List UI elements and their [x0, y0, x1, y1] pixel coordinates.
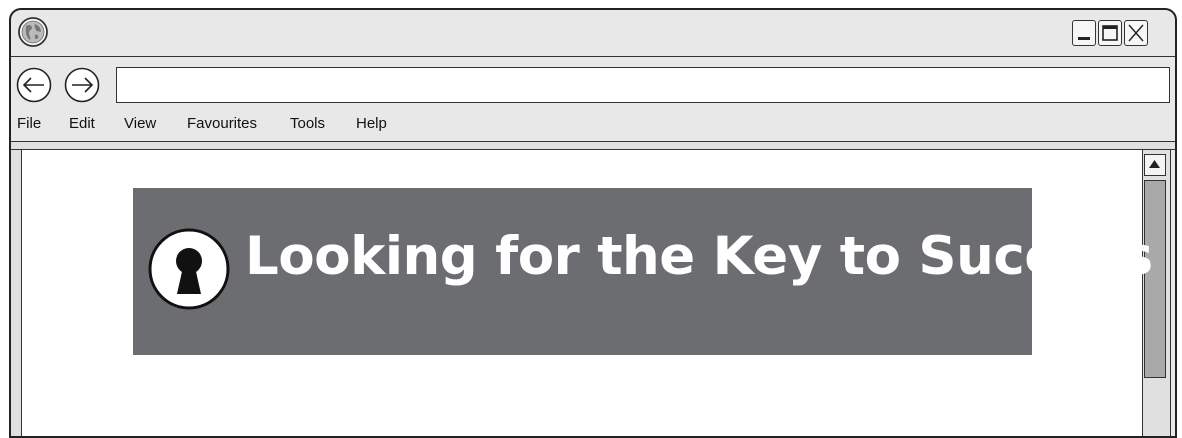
- content-left-border: [11, 150, 22, 436]
- vertical-scrollbar[interactable]: [1142, 150, 1171, 436]
- globe-icon: [18, 17, 48, 47]
- maximize-icon: [1102, 25, 1118, 41]
- triangle-up-icon: [1149, 160, 1160, 168]
- close-button[interactable]: [1124, 20, 1148, 46]
- menu-item-tools[interactable]: Tools: [290, 115, 325, 132]
- menu-item-favourites[interactable]: Favourites: [187, 115, 257, 132]
- close-icon: [1128, 24, 1144, 42]
- banner-title: Looking for the Key to Success: [245, 226, 1153, 287]
- menu-item-file[interactable]: File: [17, 115, 41, 132]
- address-bar[interactable]: [116, 67, 1170, 103]
- scroll-up-button[interactable]: [1144, 154, 1166, 176]
- menu-bar: File Edit View Favourites Tools Help: [11, 114, 1175, 140]
- browser-window: File Edit View Favourites Tools Help Loo…: [9, 8, 1177, 438]
- minimize-icon: [1078, 37, 1090, 40]
- menu-item-view[interactable]: View: [124, 115, 156, 132]
- menu-item-edit[interactable]: Edit: [69, 115, 95, 132]
- title-bar: [11, 10, 1175, 57]
- keyhole-icon: [148, 228, 230, 310]
- toolbar-divider: [11, 141, 1175, 150]
- back-arrow-icon[interactable]: [16, 67, 52, 103]
- maximize-button[interactable]: [1098, 20, 1122, 46]
- hero-banner: Looking for the Key to Success: [133, 188, 1153, 355]
- forward-arrow-icon[interactable]: [64, 67, 100, 103]
- navigation-bar: [11, 57, 1175, 105]
- minimize-button[interactable]: [1072, 20, 1096, 46]
- menu-item-help[interactable]: Help: [356, 115, 387, 132]
